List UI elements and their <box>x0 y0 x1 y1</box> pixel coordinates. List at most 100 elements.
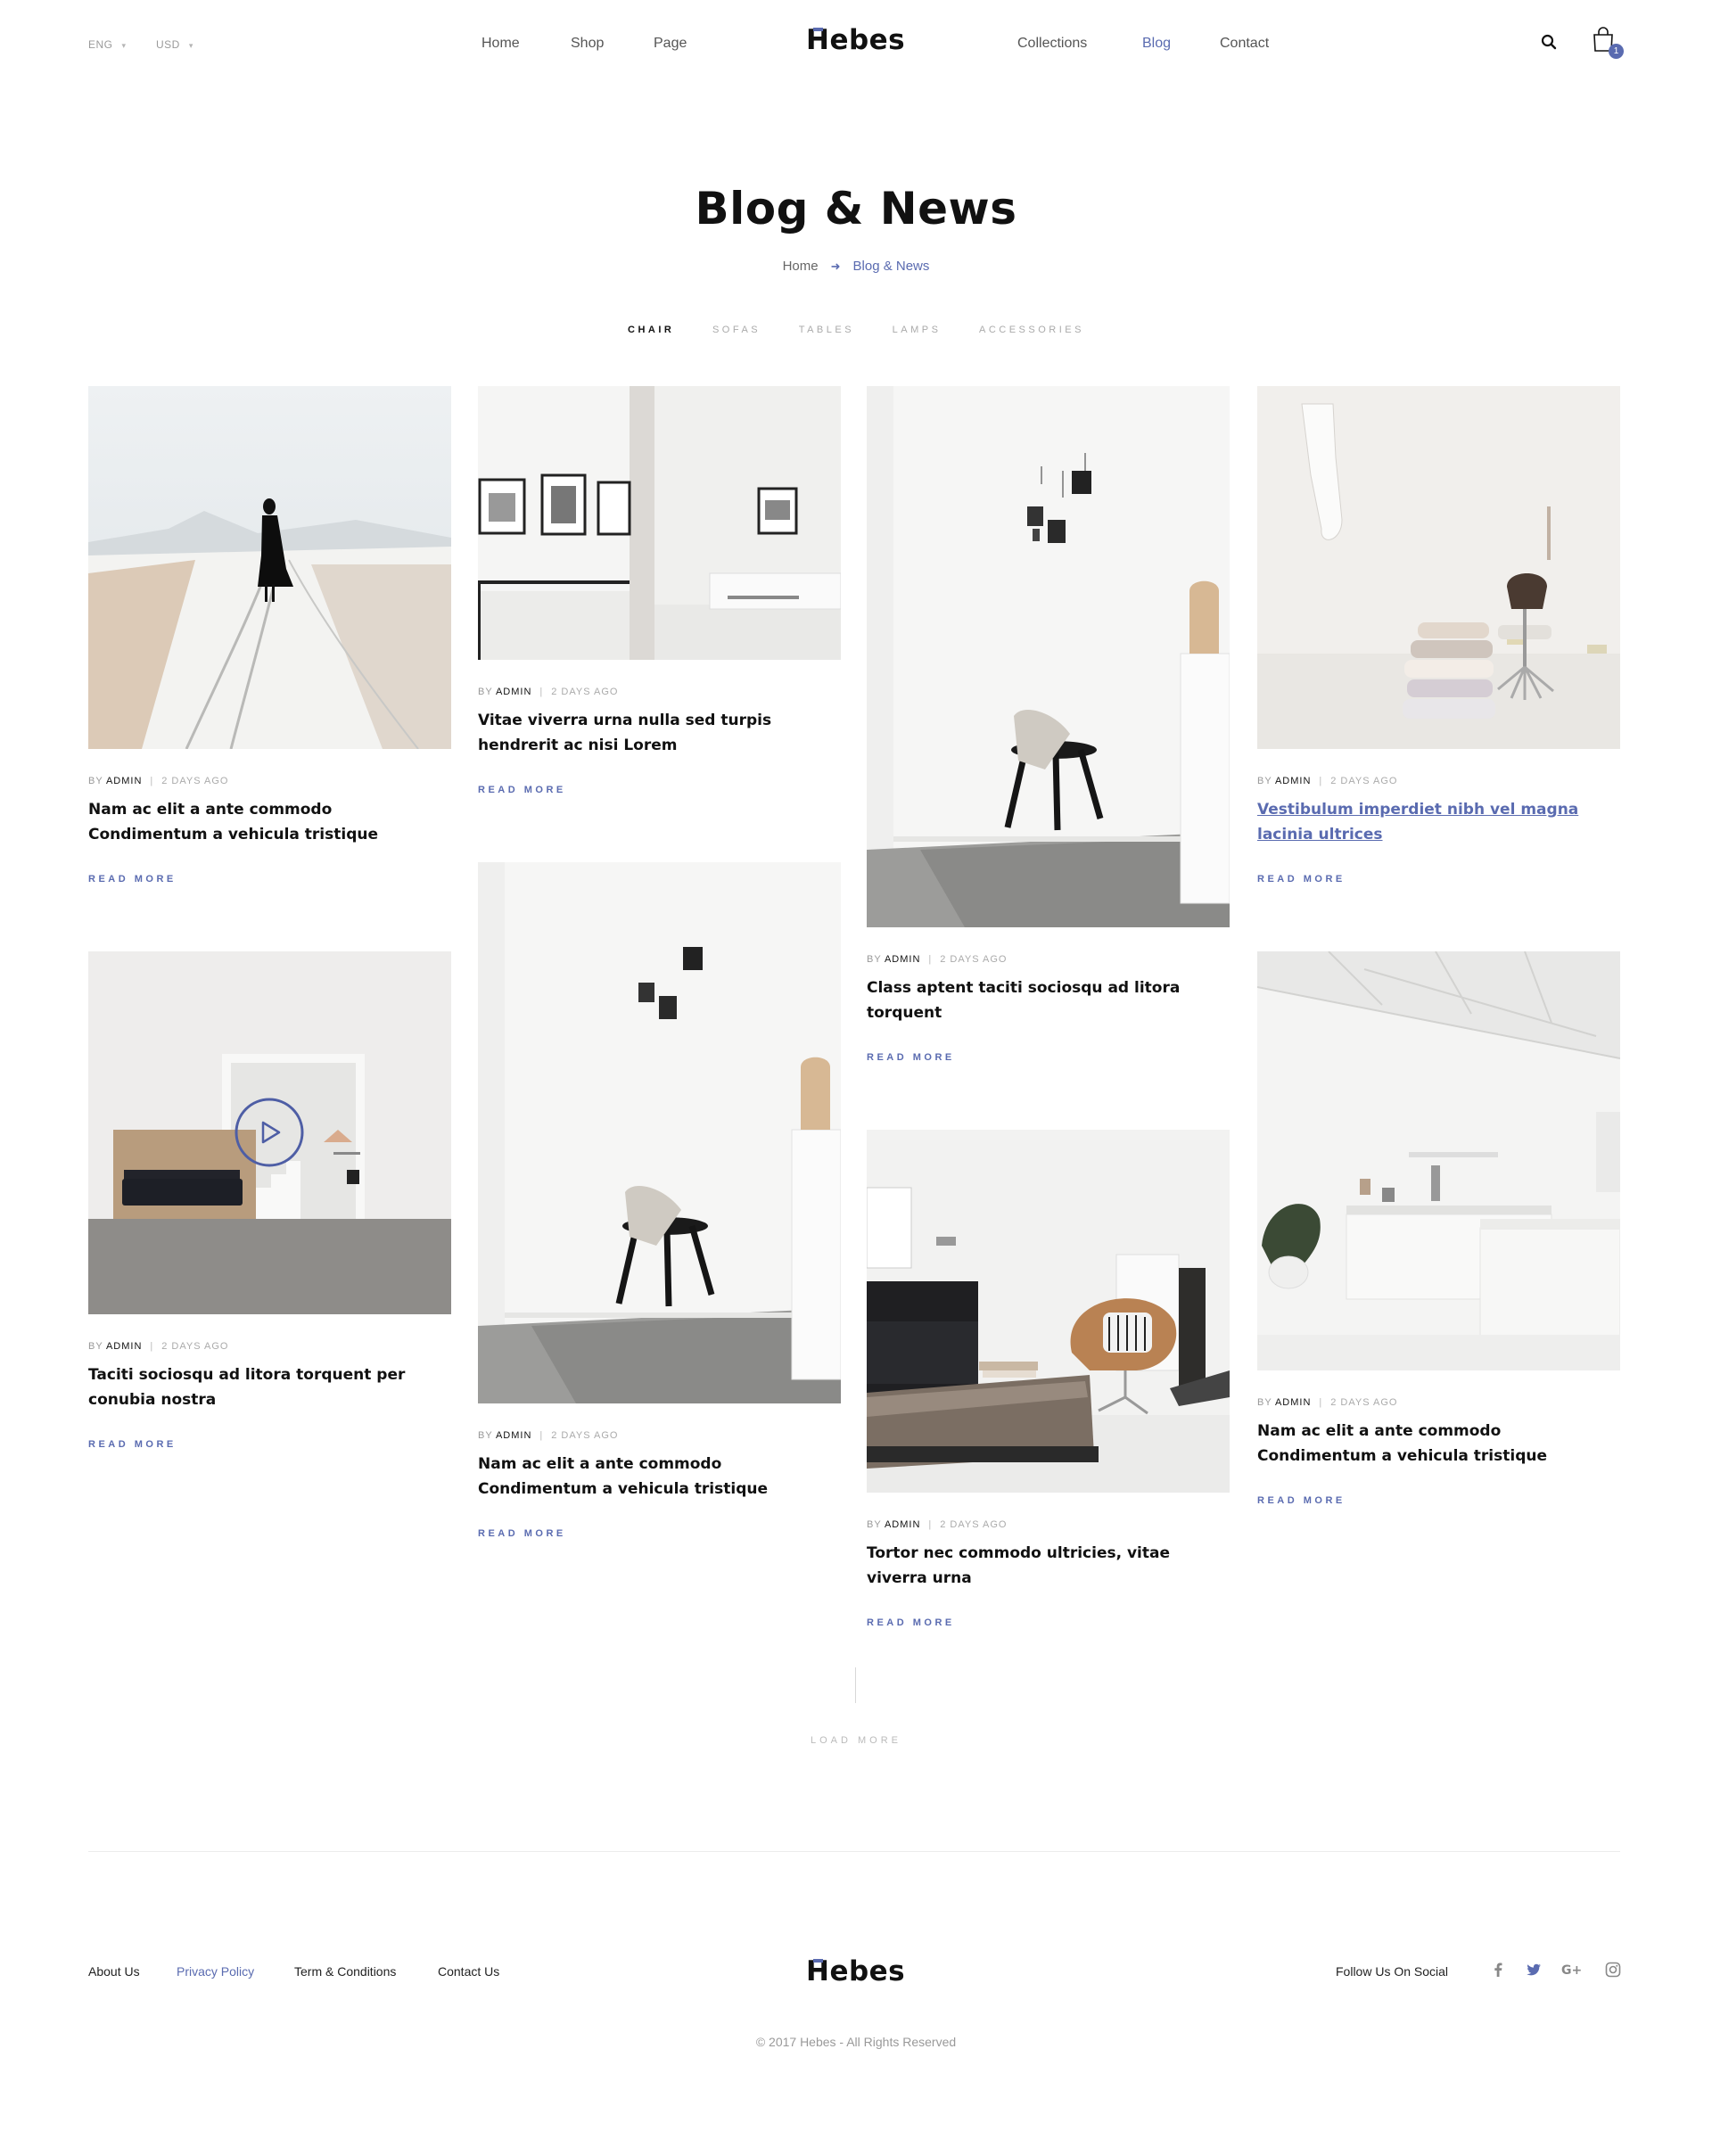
post-author[interactable]: ADMIN <box>496 687 531 697</box>
post-title[interactable]: Nam ac elit a ante commodo Condimentum a… <box>1257 1419 1620 1469</box>
blog-card: BY ADMIN | 2 DAYS AGO Nam ac elit a ante c… <box>478 862 841 1541</box>
nav-home[interactable]: Home <box>482 36 520 52</box>
post-author[interactable]: ADMIN <box>106 1341 142 1352</box>
meta-by: BY <box>1257 776 1272 786</box>
arrow-right-icon: ➜ <box>830 259 841 273</box>
footer-logo[interactable]: Hebes <box>806 1955 905 1987</box>
nav-collections[interactable]: Collections <box>1017 36 1087 52</box>
cart-count-badge: 1 <box>1609 44 1624 59</box>
post-meta: BY ADMIN | 2 DAYS AGO <box>1257 1397 1398 1408</box>
cart-button[interactable]: 1 <box>1592 27 1627 62</box>
copyright-text: © 2017 Hebes - All Rights Reserved <box>755 2035 957 2049</box>
post-title[interactable]: Vitae viverra urna nulla sed turpis hend… <box>478 708 841 758</box>
blog-card: BY ADMIN | 2 DAYS AGO Nam ac elit a ante c… <box>88 386 451 886</box>
facebook-icon[interactable] <box>1491 1962 1505 1982</box>
post-meta: BY ADMIN | 2 DAYS AGO <box>478 687 619 697</box>
post-date: 2 DAYS AGO <box>551 687 619 697</box>
meta-by: BY <box>88 776 103 786</box>
tab-tables[interactable]: TABLES <box>799 325 854 335</box>
tab-accessories[interactable]: ACCESSORIES <box>979 325 1084 335</box>
breadcrumb-home[interactable]: Home <box>783 259 819 274</box>
post-author[interactable]: ADMIN <box>496 1430 531 1441</box>
read-more-link[interactable]: READ MORE <box>88 874 177 885</box>
meta-by: BY <box>867 1519 882 1530</box>
footer-link-privacy[interactable]: Privacy Policy <box>177 1964 254 1979</box>
post-author[interactable]: ADMIN <box>1275 1397 1311 1408</box>
blog-card: BY ADMIN | 2 DAYS AGO Tortor nec commodo u… <box>867 1130 1230 1630</box>
post-date: 2 DAYS AGO <box>161 1341 229 1352</box>
post-image[interactable] <box>867 1130 1230 1493</box>
post-meta: BY ADMIN | 2 DAYS AGO <box>867 1519 1008 1530</box>
read-more-link[interactable]: READ MORE <box>88 1439 177 1450</box>
footer-link-terms[interactable]: Term & Conditions <box>294 1964 396 1979</box>
post-meta: BY ADMIN | 2 DAYS AGO <box>88 776 229 786</box>
post-image[interactable] <box>478 862 841 1403</box>
meta-by: BY <box>478 687 493 697</box>
meta-by: BY <box>478 1430 493 1441</box>
load-more-divider <box>855 1667 856 1703</box>
post-meta: BY ADMIN | 2 DAYS AGO <box>478 1430 619 1441</box>
post-title[interactable]: Class aptent taciti sociosqu ad litora t… <box>867 975 1230 1025</box>
load-more-button[interactable]: LOAD MORE <box>0 1735 1712 1746</box>
post-meta: BY ADMIN | 2 DAYS AGO <box>867 954 1008 965</box>
post-image[interactable] <box>867 386 1230 927</box>
nav-contact[interactable]: Contact <box>1220 36 1269 52</box>
breadcrumb-current: Blog & News <box>852 259 930 274</box>
post-title[interactable]: Taciti sociosqu ad litora torquent per c… <box>88 1362 451 1412</box>
post-image[interactable] <box>88 386 451 749</box>
currency-value: USD <box>156 38 180 51</box>
post-author[interactable]: ADMIN <box>885 1519 920 1530</box>
nav-page[interactable]: Page <box>654 36 687 52</box>
read-more-link[interactable]: READ MORE <box>478 785 566 795</box>
read-more-link[interactable]: READ MORE <box>1257 1495 1346 1506</box>
language-value: ENG <box>88 38 113 51</box>
logo-text: Hebes <box>806 24 906 56</box>
google-plus-icon[interactable]: G+ <box>1561 1962 1583 1982</box>
chevron-down-icon: ▾ <box>188 41 193 50</box>
page-title: Blog & News <box>695 183 1017 235</box>
post-image[interactable] <box>478 386 841 660</box>
post-title[interactable]: Tortor nec commodo ultricies, vitae vive… <box>867 1541 1230 1591</box>
chevron-down-icon: ▾ <box>121 41 127 50</box>
blog-card: BY ADMIN | 2 DAYS AGO Taciti sociosqu ad l… <box>88 951 451 1452</box>
instagram-icon[interactable] <box>1605 1962 1621 1982</box>
blog-card: BY ADMIN | 2 DAYS AGO Vitae viverra urna n… <box>478 386 841 797</box>
read-more-link[interactable]: READ MORE <box>867 1052 955 1063</box>
footer-link-contact[interactable]: Contact Us <box>438 1964 499 1979</box>
tab-chair[interactable]: CHAIR <box>628 325 674 335</box>
read-more-link[interactable]: READ MORE <box>1257 874 1346 885</box>
post-image[interactable] <box>88 951 451 1314</box>
breadcrumb: Home ➜ Blog & News <box>0 259 1712 274</box>
meta-by: BY <box>88 1341 103 1352</box>
site-logo[interactable]: Hebes <box>806 24 905 56</box>
post-author[interactable]: ADMIN <box>885 954 920 965</box>
post-title[interactable]: Nam ac elit a ante commodo Condimentum a… <box>88 797 451 847</box>
site-header: ENG ▾ USD ▾ Home Shop Page Hebes Collectio… <box>0 0 1712 89</box>
post-image[interactable] <box>1257 386 1620 749</box>
category-tabs: CHAIR SOFAS TABLES LAMPS ACCESSORIES <box>0 325 1712 335</box>
post-author[interactable]: ADMIN <box>106 776 142 786</box>
post-image[interactable] <box>1257 951 1620 1370</box>
nav-blog[interactable]: Blog <box>1142 36 1171 52</box>
follow-label: Follow Us On Social <box>1336 1964 1449 1979</box>
tab-sofas[interactable]: SOFAS <box>712 325 761 335</box>
language-selector[interactable]: ENG ▾ <box>88 38 127 51</box>
post-author[interactable]: ADMIN <box>1275 776 1311 786</box>
read-more-link[interactable]: READ MORE <box>867 1617 955 1628</box>
blog-card: BY ADMIN | 2 DAYS AGO Vestibulum imperdiet… <box>1257 386 1620 886</box>
tab-lamps[interactable]: LAMPS <box>893 325 942 335</box>
post-date: 2 DAYS AGO <box>1330 1397 1398 1408</box>
post-title[interactable]: Nam ac elit a ante commodo Condimentum a… <box>478 1452 841 1502</box>
meta-by: BY <box>1257 1397 1272 1408</box>
nav-shop[interactable]: Shop <box>571 36 604 52</box>
post-title[interactable]: Vestibulum imperdiet nibh vel magna laci… <box>1257 797 1620 847</box>
blog-card: BY ADMIN | 2 DAYS AGO Nam ac elit a ante c… <box>1257 951 1620 1508</box>
search-icon[interactable] <box>1541 34 1557 54</box>
post-date: 2 DAYS AGO <box>1330 776 1398 786</box>
twitter-icon[interactable] <box>1526 1962 1542 1982</box>
post-date: 2 DAYS AGO <box>551 1430 619 1441</box>
footer-link-about[interactable]: About Us <box>88 1964 140 1979</box>
currency-selector[interactable]: USD ▾ <box>156 38 193 51</box>
post-date: 2 DAYS AGO <box>940 1519 1008 1530</box>
read-more-link[interactable]: READ MORE <box>478 1528 566 1539</box>
